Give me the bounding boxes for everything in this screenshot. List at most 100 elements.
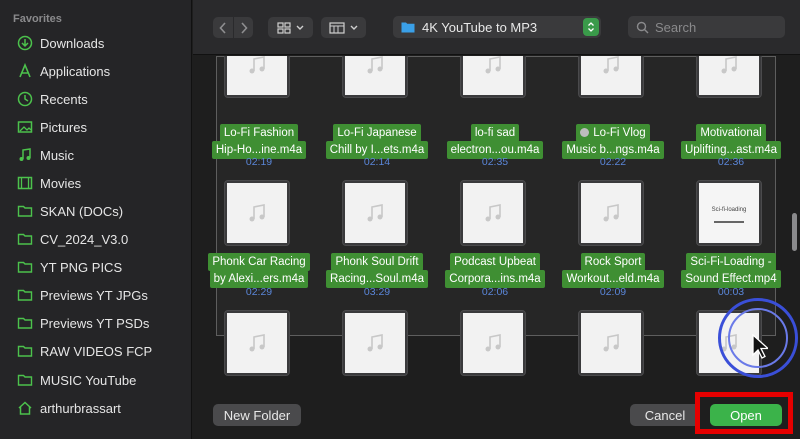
sidebar-item-movies[interactable]: Movies — [0, 170, 192, 196]
file-thumbnail — [342, 310, 408, 376]
search-input[interactable] — [655, 19, 775, 35]
sidebar-item-home[interactable]: arthurbrassart — [0, 395, 192, 421]
file-item[interactable]: Lo-Fi Fashion Hip-Ho...ine.m4a 02:19 — [200, 56, 318, 176]
folder-icon — [17, 372, 33, 388]
sidebar-item-label: Music — [40, 147, 74, 163]
music-note-icon — [485, 56, 501, 74]
sidebar-item-previews-yt-jpgs[interactable]: Previews YT JPGs — [0, 282, 192, 308]
sidebar-item-pictures[interactable]: Pictures — [0, 114, 192, 140]
music-note-icon — [367, 334, 383, 352]
toolbar: 4K YouTube to MP3 — [193, 0, 800, 55]
file-duration: 02:14 — [363, 156, 391, 168]
file-thumbnail — [460, 56, 526, 98]
music-note-icon — [603, 56, 619, 74]
sidebar-heading: Favorites — [13, 13, 62, 25]
file-duration: 02:19 — [245, 156, 273, 168]
folder-icon — [17, 259, 33, 275]
sidebar-item-label: Downloads — [40, 35, 105, 51]
music-note-icon — [249, 204, 265, 222]
view-mode-button[interactable] — [268, 17, 313, 38]
file-thumbnail — [342, 56, 408, 98]
sidebar-item-yt-png-pics[interactable]: YT PNG PICS — [0, 254, 192, 280]
sidebar-item-label: YT PNG PICS — [40, 259, 123, 275]
group-mode-button[interactable] — [321, 17, 366, 38]
sidebar-item-label: arthurbrassart — [40, 400, 121, 416]
file-grid: Lo-Fi Fashion Hip-Ho...ine.m4a 02:19 Lo-… — [193, 56, 800, 386]
chevron-left-icon — [219, 21, 226, 34]
folder-icon — [17, 203, 33, 219]
sidebar-item-music[interactable]: Music — [0, 142, 192, 168]
file-item[interactable]: Lo-Fi Vlog Music b...ngs.m4a 02:22 — [554, 56, 672, 176]
pictures-icon — [17, 119, 33, 135]
file-thumbnail — [460, 180, 526, 246]
file-duration: 02:36 — [717, 156, 745, 168]
file-item[interactable] — [200, 310, 318, 386]
search-field[interactable] — [628, 16, 785, 38]
file-item[interactable]: Motivational Uplifting...ast.m4a 02:36 — [672, 56, 790, 176]
file-item[interactable] — [436, 310, 554, 386]
back-button[interactable] — [213, 17, 233, 38]
chevron-updown-icon — [583, 18, 599, 36]
sidebar-item-label: Pictures — [40, 119, 87, 135]
mouse-cursor-icon — [752, 334, 768, 359]
open-button-highlight — [695, 392, 793, 434]
sidebar-item-skan-docs[interactable]: SKAN (DOCs) — [0, 198, 192, 224]
folder-icon — [17, 315, 33, 331]
music-note-icon — [603, 204, 619, 222]
clock-icon — [17, 91, 33, 107]
download-icon — [17, 35, 33, 51]
sidebar-item-recents[interactable]: Recents — [0, 86, 192, 112]
file-thumbnail — [224, 56, 290, 98]
sidebar-item-applications[interactable]: Applications — [0, 58, 192, 84]
file-thumbnail — [224, 180, 290, 246]
movies-icon — [17, 175, 33, 191]
scrollbar-thumb[interactable] — [792, 213, 797, 251]
file-duration: 00:03 — [717, 286, 745, 298]
location-label: 4K YouTube to MP3 — [422, 19, 538, 35]
file-browser: 4K YouTube to MP3 Lo-Fi Fashion Hip-Ho..… — [193, 0, 800, 439]
applications-icon — [17, 63, 33, 79]
sidebar-item-label: Movies — [40, 175, 82, 191]
file-thumbnail — [578, 310, 644, 376]
file-item[interactable] — [554, 310, 672, 386]
file-name-text: Lo-Fi Vlog — [593, 127, 646, 139]
file-thumbnail — [342, 180, 408, 246]
file-thumbnail — [578, 56, 644, 98]
sidebar-item-downloads[interactable]: Downloads — [0, 30, 192, 56]
group-icon — [329, 21, 345, 34]
folder-icon — [17, 343, 33, 359]
video-preview-text: Sci-fi-loading — [711, 207, 747, 213]
sidebar-item-raw-videos-fcp[interactable]: RAW VIDEOS FCP — [0, 338, 192, 364]
file-duration: 02:35 — [481, 156, 509, 168]
music-note-icon — [603, 334, 619, 352]
folder-icon — [401, 22, 415, 33]
music-note-icon — [367, 56, 383, 74]
file-thumbnail — [224, 310, 290, 376]
file-item[interactable]: lo-fi sad electron...ou.m4a 02:35 — [436, 56, 554, 176]
sidebar-item-label: Recents — [40, 91, 88, 107]
file-item[interactable]: Sci-fi-loading Sci-Fi-Loading - Sound Ef… — [672, 180, 790, 300]
file-duration: 02:09 — [599, 286, 627, 298]
folder-icon — [17, 231, 33, 247]
file-item[interactable]: Rock Sport Workout...eld.m4a 02:09 — [554, 180, 672, 300]
file-item[interactable]: Phonk Car Racing by Alexi...ers.m4a 02:2… — [200, 180, 318, 300]
folder-icon — [17, 287, 33, 303]
cancel-button[interactable]: Cancel — [630, 404, 700, 426]
forward-button[interactable] — [233, 17, 253, 38]
file-thumbnail: Sci-fi-loading — [696, 180, 762, 246]
sidebar-item-cv-2024[interactable]: CV_2024_V3.0 — [0, 226, 192, 252]
sidebar-item-label: RAW VIDEOS FCP — [40, 343, 153, 359]
file-duration: 02:22 — [599, 156, 627, 168]
sidebar-item-previews-yt-psds[interactable]: Previews YT PSDs — [0, 310, 192, 336]
chevron-down-icon — [350, 25, 358, 30]
file-item[interactable]: Podcast Upbeat Corpora...ins.m4a 02:06 — [436, 180, 554, 300]
file-thumbnail — [578, 180, 644, 246]
file-item[interactable]: Lo-Fi Japanese Chill by I...ets.m4a 02:1… — [318, 56, 436, 176]
grid-view-icon — [277, 21, 291, 34]
file-duration: 02:29 — [245, 286, 273, 298]
location-dropdown[interactable]: 4K YouTube to MP3 — [393, 16, 601, 38]
sidebar-item-music-youtube[interactable]: MUSIC YouTube — [0, 367, 192, 393]
new-folder-button[interactable]: New Folder — [213, 404, 301, 426]
file-item[interactable] — [318, 310, 436, 386]
file-item[interactable]: Phonk Soul Drift Racing...Soul.m4a 03:29 — [318, 180, 436, 300]
